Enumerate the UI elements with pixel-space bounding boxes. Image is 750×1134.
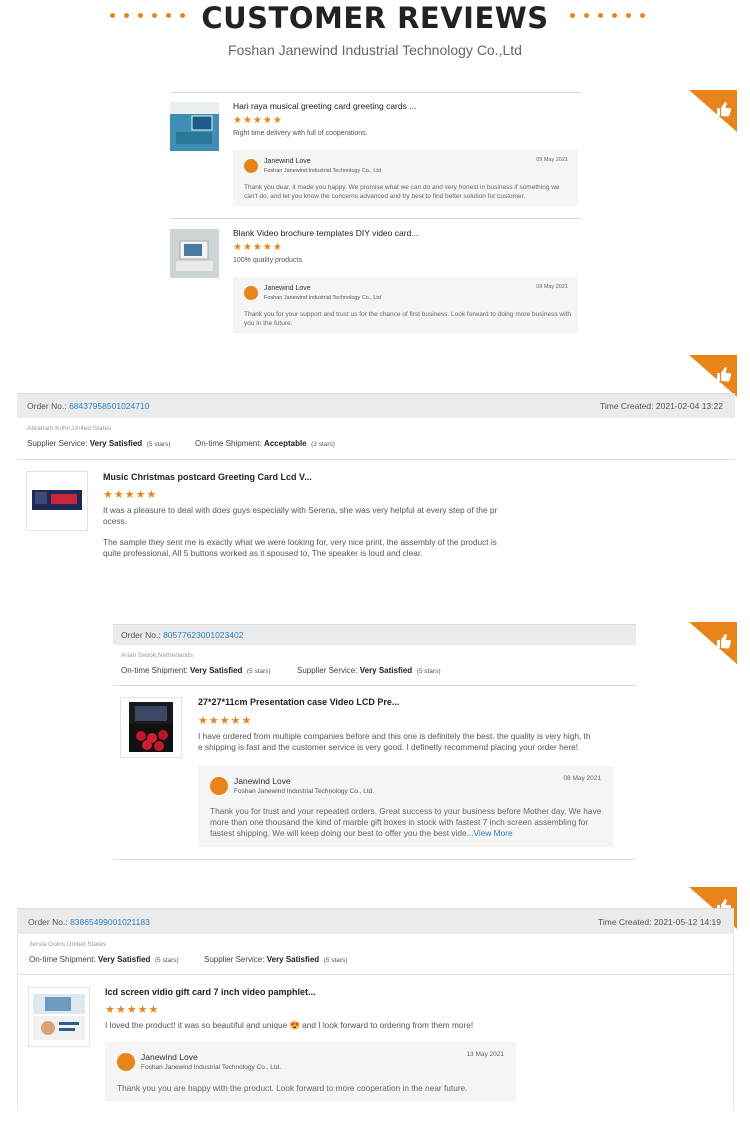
reply-date: 13 May 2021 xyxy=(466,1051,504,1058)
product-title-link[interactable]: 27*27*11cm Presentation case Video LCD P… xyxy=(198,697,399,707)
buyer-info: Abraham Kohn,United States xyxy=(27,425,112,432)
order-number-link[interactable]: 83865499001021183 xyxy=(70,917,150,927)
review-text: Right time delivery with full of coopera… xyxy=(233,130,368,137)
seller-reply: Janewind Love Foshan Janewind Industrial… xyxy=(233,150,578,206)
heart-avatar-icon xyxy=(210,777,228,795)
order-number: Order No.: 83865499001021183 xyxy=(28,917,150,927)
product-thumbnail[interactable] xyxy=(170,229,219,278)
product-thumbnail[interactable] xyxy=(170,102,219,151)
reply-company: Foshan Janewind Industrial Technology Co… xyxy=(264,168,381,174)
seller-reply: Janewind Love Foshan Janewind Industrial… xyxy=(105,1042,516,1101)
heart-avatar-icon xyxy=(117,1053,135,1071)
view-more-link[interactable]: View More xyxy=(474,828,513,838)
review-text: I loved the product! it was so beautiful… xyxy=(105,1020,474,1030)
buyer-info: Arian Sevok,Netherlands xyxy=(121,652,193,659)
reply-company: Foshan Janewind Industrial Technology Co… xyxy=(141,1064,282,1071)
review-text: The sample they sent me is exactly what … xyxy=(103,537,497,558)
product-title-link[interactable]: lcd screen vidio gift card 7 inch video … xyxy=(105,987,316,997)
decor-dots-right xyxy=(570,13,654,18)
reply-text: Thank you for trust and your repeated or… xyxy=(210,806,602,838)
rating-on-time-shipment: On-time Shipment: Acceptable (3 stars) xyxy=(195,439,335,448)
thumbs-up-badge-icon xyxy=(689,622,737,664)
reply-author: Janewind Love xyxy=(264,285,311,292)
order-number-link[interactable]: 68437958501024710 xyxy=(69,401,149,411)
star-rating: ★★★★★ xyxy=(103,489,158,501)
reply-company: Foshan Janewind Industrial Technology Co… xyxy=(264,295,381,301)
star-rating: ★★★★★ xyxy=(105,1004,160,1016)
star-rating: ★★★★★ xyxy=(198,715,253,727)
divider xyxy=(17,459,735,460)
rating-supplier-service: Supplier Service: Very Satisfied (5 star… xyxy=(204,955,348,964)
reply-date: 09 May 2021 xyxy=(536,157,568,163)
page-title: CUSTOMER REVIEWS xyxy=(201,1,549,35)
order-number: Order No.: 68437958501024710 xyxy=(27,401,150,411)
divider xyxy=(170,92,581,93)
time-created: Time Created: 2021-02-04 13:22 xyxy=(599,401,723,411)
rating-supplier-service: Supplier Service: Very Satisfied (5 star… xyxy=(27,439,171,448)
order-bar: Order No.: 80577623001023402 xyxy=(113,624,636,645)
frame-left xyxy=(17,908,18,1110)
thumbs-up-badge-icon xyxy=(689,355,737,397)
rating-supplier-service: Supplier Service: Very Satisfied (5 star… xyxy=(297,666,441,675)
divider xyxy=(17,974,733,975)
time-created: Time Created: 2021-05-12 14:19 xyxy=(597,917,721,927)
divider xyxy=(113,859,636,860)
product-title-link[interactable]: Hari raya musical greeting card greeting… xyxy=(233,101,416,111)
reply-company: Foshan Janewind Industrial Technology Co… xyxy=(234,788,375,795)
star-rating: ★★★★★ xyxy=(233,242,283,253)
thumbs-up-badge-icon xyxy=(689,90,737,132)
reply-text: Thank you you are happy with the product… xyxy=(117,1083,468,1093)
order-bar: Order No.: 83865499001021183 Time Create… xyxy=(17,908,733,934)
review-text: 100% quality products. xyxy=(233,257,304,264)
review-text: I have ordered from multiple companies b… xyxy=(198,731,591,752)
product-image[interactable] xyxy=(120,697,182,758)
reply-date: 08 May 2021 xyxy=(563,775,601,782)
product-title-link[interactable]: Blank Video brochure templates DIY video… xyxy=(233,228,418,238)
heart-avatar-icon xyxy=(244,286,258,300)
reply-date: 09 May 2021 xyxy=(536,284,568,290)
divider xyxy=(113,685,636,686)
reply-author: Janewind Love xyxy=(141,1052,198,1062)
product-title-link[interactable]: Music Christmas postcard Greeting Card L… xyxy=(103,472,312,482)
star-rating: ★★★★★ xyxy=(233,115,283,126)
seller-reply: Janewind Love Foshan Janewind Industrial… xyxy=(233,277,578,333)
heart-avatar-icon xyxy=(244,159,258,173)
reply-text: Thank you dear. it made you happy. We pr… xyxy=(244,184,560,200)
order-number: Order No.: 80577623001023402 xyxy=(121,630,244,640)
reply-author: Janewind Love xyxy=(264,158,311,165)
order-bar: Order No.: 68437958501024710 Time Create… xyxy=(17,393,735,418)
buyer-info: Jersia Goins,United States xyxy=(29,941,106,948)
product-image[interactable] xyxy=(26,471,88,531)
divider xyxy=(170,218,581,219)
reply-author: Janewind Love xyxy=(234,776,291,786)
seller-reply: Janewind Love Foshan Janewind Industrial… xyxy=(198,766,613,847)
review-text: It was a pleasure to deal with does guys… xyxy=(103,505,498,526)
product-image[interactable] xyxy=(28,987,90,1047)
frame-right xyxy=(733,908,734,1110)
rating-on-time-shipment: On-time Shipment: Very Satisfied (5 star… xyxy=(29,955,179,964)
reply-text: Thank you for your support and trust us … xyxy=(244,311,571,327)
order-number-link[interactable]: 80577623001023402 xyxy=(163,630,243,640)
page-subtitle: Foshan Janewind Industrial Technology Co… xyxy=(228,42,522,58)
rating-on-time-shipment: On-time Shipment: Very Satisfied (5 star… xyxy=(121,666,271,675)
